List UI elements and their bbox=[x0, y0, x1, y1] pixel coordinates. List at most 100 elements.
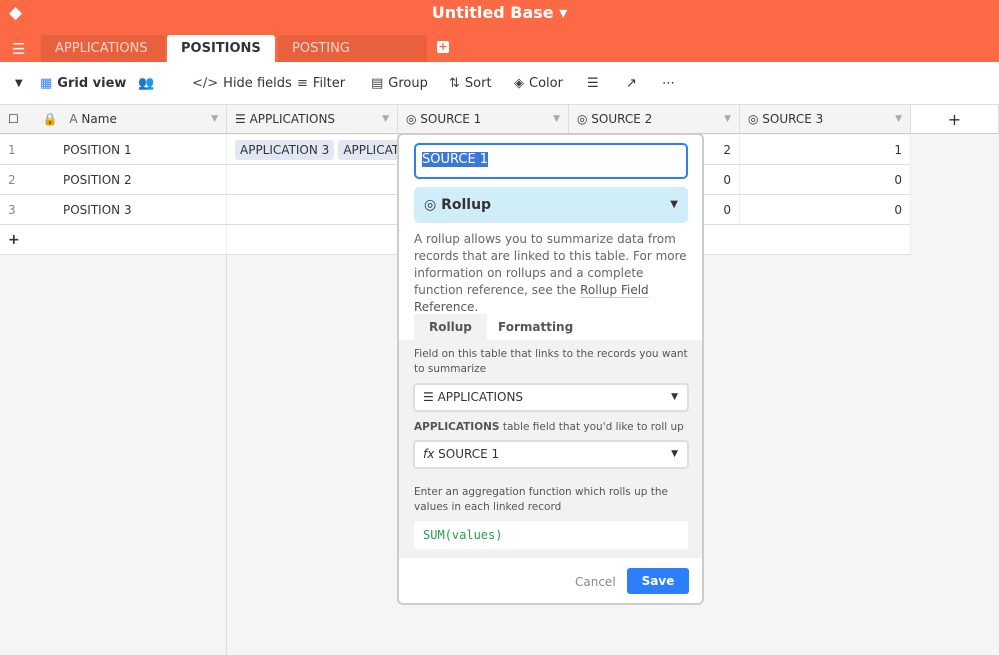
column-label: APPLICATIONS bbox=[249, 112, 336, 126]
sort-icon: ⇅ bbox=[449, 76, 460, 91]
save-button[interactable]: Save bbox=[627, 568, 689, 594]
field-config-dialog: SOURCE 1 ◎ Rollup ▼ A rollup allows you t… bbox=[397, 133, 704, 605]
aggregation-formula-input[interactable]: SUM(values) bbox=[414, 521, 688, 549]
applications-cell[interactable]: APPLICATION 3APPLICATION bbox=[227, 135, 398, 165]
aggregation-label: Enter an aggregation function which roll… bbox=[414, 486, 669, 513]
chevron-down-icon[interactable]: ▼ bbox=[553, 105, 560, 134]
column-header-name[interactable]: ☐ 🔒 A Name ▼ bbox=[0, 105, 227, 134]
chevron-down-icon[interactable]: ▼ bbox=[211, 105, 218, 134]
cancel-button[interactable]: Cancel bbox=[575, 575, 616, 589]
grid-icon: ▦ bbox=[40, 76, 53, 91]
field-description: A rollup allows you to summarize data fr… bbox=[414, 232, 687, 315]
position-name: POSITION 2 bbox=[63, 173, 132, 187]
column-label: Name bbox=[81, 112, 117, 126]
row-primary-cell[interactable]: 1 POSITION 1 bbox=[0, 135, 227, 165]
add-field-button[interactable]: + bbox=[911, 105, 999, 134]
row-height-icon[interactable]: ☰ bbox=[587, 76, 599, 91]
cell-value: 2 bbox=[723, 143, 731, 157]
rollup-icon: ◎ bbox=[577, 112, 592, 126]
tab-formatting[interactable]: Formatting bbox=[483, 314, 588, 340]
rollup-field-label-text: table field that you'd like to roll up bbox=[499, 421, 684, 433]
row-number: 2 bbox=[8, 173, 16, 187]
text-field-icon: A bbox=[69, 112, 78, 126]
chevron-down-icon[interactable]: ▼ bbox=[895, 105, 902, 134]
chevron-down-icon: ▼ bbox=[671, 449, 678, 459]
applications-cell[interactable] bbox=[227, 165, 398, 195]
menu-icon[interactable]: ☰ bbox=[12, 40, 25, 58]
frozen-divider bbox=[226, 255, 227, 655]
collaborators-icon[interactable]: 👥 bbox=[138, 76, 154, 91]
sort-button[interactable]: ⇅ Sort bbox=[449, 76, 492, 91]
tab-rollup[interactable]: Rollup bbox=[414, 314, 487, 340]
column-header-source-2[interactable]: ◎ SOURCE 2 ▼ bbox=[569, 105, 740, 134]
lock-icon: 🔒 bbox=[42, 112, 58, 126]
group-button[interactable]: ▤ Group bbox=[371, 76, 428, 91]
cell-value: 0 bbox=[894, 173, 902, 187]
color-label: Color bbox=[529, 76, 563, 91]
row-primary-cell[interactable]: 3 POSITION 3 bbox=[0, 195, 227, 225]
rollup-field-label: APPLICATIONS table field that you'd like… bbox=[414, 420, 689, 435]
rollup-icon: ◎ bbox=[406, 112, 421, 126]
group-icon: ▤ bbox=[371, 76, 384, 91]
rollup-icon: ◎ bbox=[424, 197, 442, 213]
link-field-value: APPLICATIONS bbox=[437, 390, 524, 404]
linked-record-chip[interactable]: APPLICATION 3 bbox=[235, 140, 335, 160]
tab-posting-sources[interactable]: POSTING SOURCES bbox=[278, 35, 427, 83]
chevron-down-icon[interactable]: ▼ bbox=[382, 105, 389, 134]
field-type-label: Rollup bbox=[441, 197, 492, 213]
hide-fields-button[interactable]: </> Hide fields bbox=[192, 76, 292, 91]
applications-cell[interactable] bbox=[227, 195, 398, 225]
cell-value: 0 bbox=[894, 203, 902, 217]
rollup-icon: ◎ bbox=[748, 112, 763, 126]
source-3-cell[interactable]: 0 bbox=[740, 195, 911, 225]
group-label: Group bbox=[388, 76, 428, 91]
row-number: 1 bbox=[8, 143, 16, 157]
column-header-applications[interactable]: ☰ APPLICATIONS ▼ bbox=[227, 105, 398, 134]
add-table-icon[interactable]: + bbox=[437, 41, 449, 53]
column-label: SOURCE 3 bbox=[762, 112, 824, 126]
hide-fields-label: Hide fields bbox=[223, 76, 292, 91]
tab-positions[interactable]: POSITIONS ▾ bbox=[167, 35, 275, 83]
view-toolbar: ▼ ▦ Grid view 👥 </> Hide fields ≡ Filter ▤ G… bbox=[0, 62, 999, 105]
row-primary-cell[interactable]: 2 POSITION 2 bbox=[0, 165, 227, 195]
link-field-icon: ☰ bbox=[423, 390, 438, 404]
field-name-value: SOURCE 1 bbox=[422, 152, 489, 167]
formula-icon: fx bbox=[423, 447, 439, 461]
view-name: Grid view bbox=[57, 76, 127, 91]
source-3-cell[interactable]: 0 bbox=[740, 165, 911, 195]
add-row-button[interactable]: + bbox=[0, 225, 227, 255]
rollup-field-value: SOURCE 1 bbox=[438, 447, 500, 461]
column-header-source-1[interactable]: ◎ SOURCE 1 ▼ bbox=[398, 105, 569, 134]
tab-applications[interactable]: APPLICATIONS bbox=[41, 35, 165, 62]
position-name: POSITION 1 bbox=[63, 143, 132, 157]
chevron-down-icon: ▼ bbox=[671, 392, 678, 402]
cell-value: 0 bbox=[723, 173, 731, 187]
link-field-icon: ☰ bbox=[235, 112, 250, 126]
link-field-select[interactable]: ☰ APPLICATIONS ▼ bbox=[413, 383, 689, 412]
views-toggle-icon[interactable]: ▼ bbox=[15, 78, 23, 89]
cell-value: 0 bbox=[723, 203, 731, 217]
field-name-input[interactable]: SOURCE 1 bbox=[414, 143, 688, 179]
chevron-down-icon: ▼ bbox=[670, 199, 678, 210]
more-icon[interactable]: ⋯ bbox=[662, 76, 675, 91]
field-type-select[interactable]: ◎ Rollup ▼ bbox=[414, 187, 688, 223]
source-3-cell[interactable]: 1 bbox=[740, 135, 911, 165]
chevron-down-icon[interactable]: ▼ bbox=[724, 105, 731, 134]
link-field-label: Field on this table that links to the re… bbox=[414, 348, 688, 375]
row-number: 3 bbox=[8, 203, 16, 217]
base-title[interactable]: Untitled Base ▾ bbox=[0, 3, 999, 22]
share-icon[interactable]: ↗ bbox=[626, 76, 637, 91]
filter-label: Filter bbox=[312, 76, 346, 91]
rollup-field-select[interactable]: fx SOURCE 1 ▼ bbox=[413, 440, 689, 469]
sort-label: Sort bbox=[464, 76, 492, 91]
filter-button[interactable]: ≡ Filter bbox=[297, 76, 345, 91]
linked-record-chip[interactable]: APPLICATION bbox=[338, 140, 397, 160]
filter-icon: ≡ bbox=[297, 76, 308, 91]
position-name: POSITION 3 bbox=[63, 203, 132, 217]
app-header: ◆ Untitled Base ▾ ☰ APPLICATIONS POSITIO… bbox=[0, 0, 999, 83]
cell-value: 1 bbox=[894, 143, 902, 157]
color-button[interactable]: ◈ Color bbox=[514, 76, 563, 91]
column-header-source-3[interactable]: ◎ SOURCE 3 ▼ bbox=[740, 105, 911, 134]
select-all-checkbox[interactable]: ☐ bbox=[8, 112, 19, 126]
view-switcher[interactable]: ▦ Grid view bbox=[40, 76, 126, 91]
